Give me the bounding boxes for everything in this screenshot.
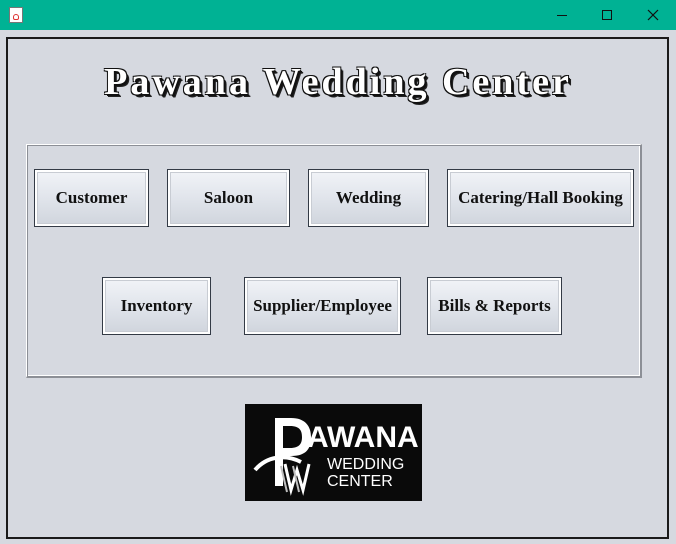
inventory-button[interactable]: Inventory [102, 277, 211, 335]
minimize-button[interactable] [539, 0, 585, 30]
customer-button[interactable]: Customer [34, 169, 149, 227]
wedding-button[interactable]: Wedding [308, 169, 429, 227]
close-button[interactable] [630, 0, 676, 30]
maximize-button[interactable] [584, 0, 630, 30]
saloon-button[interactable]: Saloon [167, 169, 290, 227]
supplier-employee-button[interactable]: Supplier/Employee [244, 277, 401, 335]
page-title: Pawana Wedding Center [104, 61, 572, 103]
java-icon [9, 7, 23, 23]
logo-brand: AWANA [307, 421, 419, 454]
logo-line-2: CENTER [327, 473, 393, 490]
minimize-icon [557, 15, 567, 16]
bills-reports-button: Bills & Reports [427, 277, 562, 335]
close-icon [647, 9, 659, 21]
logo-line-1: WEDDING [327, 456, 405, 473]
maximize-icon [602, 10, 612, 20]
pawana-logo: AWANA WEDDING CENTER [245, 404, 422, 501]
title-bar[interactable] [0, 0, 676, 30]
catering-hall-booking-button[interactable]: Catering/Hall Booking [447, 169, 634, 227]
